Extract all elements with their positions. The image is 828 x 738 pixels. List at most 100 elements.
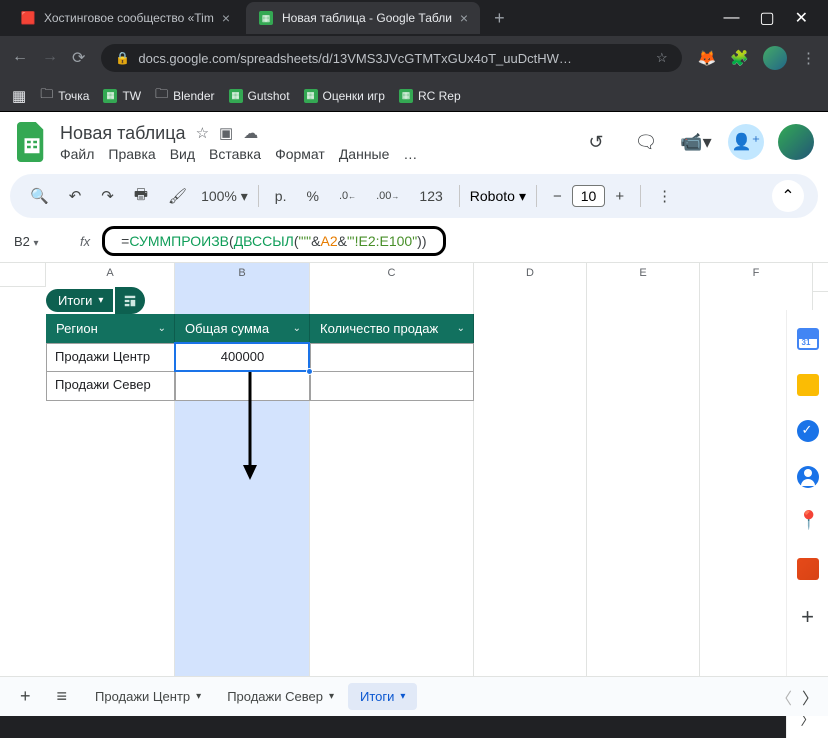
doc-title-icons: ☆ ▣ ☁ — [196, 124, 259, 142]
share-button[interactable]: 👤⁺ — [728, 124, 764, 160]
more-icon[interactable]: ⋮ — [651, 183, 678, 209]
sheet-tab[interactable]: Итоги▾ — [348, 683, 417, 710]
table-cell[interactable]: Продажи Центр — [46, 343, 175, 372]
menu-insert[interactable]: Вставка — [209, 146, 261, 162]
office-icon[interactable] — [797, 558, 819, 580]
user-avatar[interactable] — [778, 124, 814, 160]
chevron-down-icon[interactable]: ⌄ — [293, 323, 301, 334]
browser-tab[interactable]: 🟥 Хостинговое сообщество «Tim × — [8, 2, 242, 34]
row-header[interactable]: 1 — [813, 263, 828, 292]
zoom-selector[interactable]: 100% ▾ — [201, 188, 248, 205]
apps-grid-icon[interactable]: ▦ — [12, 87, 26, 105]
star-icon[interactable]: ☆ — [656, 50, 668, 66]
menu-view[interactable]: Вид — [170, 146, 195, 162]
chevron-down-icon[interactable]: ▾ — [196, 691, 201, 702]
browser-tab-active[interactable]: ▦ Новая таблица - Google Табли × — [246, 2, 480, 34]
reload-button[interactable]: ⟳ — [72, 48, 85, 68]
table-name-pill[interactable]: Итоги▾ — [46, 287, 145, 314]
sheet-next-button[interactable]: 〉 — [802, 685, 818, 709]
bookmark-item[interactable]: 🗀Blender — [155, 85, 214, 107]
table-cell[interactable] — [310, 372, 474, 401]
sheet-tab[interactable]: Продажи Север▾ — [215, 683, 346, 710]
decrease-decimal-button[interactable]: .0← — [333, 186, 362, 206]
browser-menu-icon[interactable]: ⋮ — [801, 49, 816, 67]
sheets-app: Новая таблица ☆ ▣ ☁ Файл Правка Вид Вста… — [0, 112, 828, 716]
increase-size-button[interactable]: + — [609, 184, 630, 209]
keep-icon[interactable] — [797, 374, 819, 396]
undo-button[interactable]: ↶ — [63, 183, 88, 209]
menu-data[interactable]: Данные — [339, 146, 390, 162]
extension-icon[interactable]: 🦊 — [698, 49, 717, 67]
close-icon[interactable]: × — [460, 10, 468, 26]
new-tab-button[interactable]: + — [484, 8, 515, 29]
format-123-button[interactable]: 123 — [413, 184, 448, 208]
table-column-header[interactable]: Общая сумма⌄ — [175, 314, 310, 343]
move-icon[interactable]: ▣ — [219, 124, 233, 142]
minimize-button[interactable]: — — [723, 9, 739, 27]
chevron-down-icon[interactable]: ▾ — [329, 691, 334, 702]
formula-input[interactable]: =СУММПРОИЗВ(ДВССЫЛ("'" & A2 & "'!E2:E100… — [102, 226, 445, 256]
fill-handle[interactable] — [306, 368, 313, 375]
bookmark-item[interactable]: ▦RC Rep — [399, 89, 461, 103]
forward-button[interactable]: → — [42, 48, 58, 68]
table-cell[interactable] — [310, 343, 474, 372]
comment-icon[interactable]: 🗨 — [628, 124, 664, 160]
sheets-logo[interactable] — [14, 120, 50, 164]
maps-icon[interactable] — [797, 512, 819, 534]
extension-buttons: 🦊 🧩 ⋮ — [698, 46, 816, 70]
url-bar[interactable]: 🔒 docs.google.com/spreadsheets/d/13VMS3J… — [101, 44, 681, 72]
contacts-icon[interactable] — [797, 466, 819, 488]
column-header[interactable]: E — [587, 263, 700, 692]
menu-edit[interactable]: Правка — [108, 146, 155, 162]
table-column-header[interactable]: Регион⌄ — [46, 314, 175, 343]
redo-button[interactable]: ↷ — [95, 183, 120, 209]
cloud-icon[interactable]: ☁ — [243, 124, 258, 142]
menu-format[interactable]: Формат — [275, 146, 325, 162]
calendar-icon[interactable] — [797, 328, 819, 350]
bookmark-item[interactable]: 🗀Точка — [40, 85, 89, 107]
extensions-menu-icon[interactable]: 🧩 — [730, 49, 749, 67]
name-box[interactable]: B2 ▾ — [14, 234, 68, 249]
sheet-prev-button[interactable]: 〈 — [776, 685, 792, 709]
sheet-nav: 〈 〉 — [776, 685, 818, 709]
search-icon[interactable]: 🔍 — [24, 183, 55, 209]
meet-icon[interactable]: 📹▾ — [678, 124, 714, 160]
bookmark-item[interactable]: ▦TW — [103, 89, 141, 103]
tasks-icon[interactable] — [797, 420, 819, 442]
maximize-button[interactable]: ▢ — [759, 8, 774, 28]
menu-file[interactable]: Файл — [60, 146, 94, 162]
sheet-tab[interactable]: Продажи Центр ▾ — [83, 683, 213, 710]
sheet-tab-label: Продажи Центр — [95, 689, 190, 704]
font-size-input[interactable]: 10 — [572, 185, 606, 207]
table-column-header[interactable]: Количество продаж⌄ — [310, 314, 474, 343]
percent-button[interactable]: % — [300, 184, 324, 208]
currency-button[interactable]: р. — [269, 184, 293, 208]
back-button[interactable]: ← — [12, 48, 28, 68]
font-selector[interactable]: Roboto ▾ — [470, 188, 526, 205]
add-sheet-button[interactable]: + — [10, 680, 41, 713]
paint-format-icon[interactable]: 🖌 — [162, 183, 193, 209]
close-window-button[interactable]: ✕ — [795, 8, 808, 28]
chevron-down-icon[interactable]: ⌄ — [158, 323, 166, 334]
profile-avatar[interactable] — [763, 46, 787, 70]
chevron-down-icon[interactable]: ⌄ — [457, 323, 465, 334]
table-cell[interactable]: Продажи Север — [46, 372, 175, 401]
doc-title[interactable]: Новая таблица — [60, 123, 186, 144]
print-icon[interactable]: 🖶 — [128, 180, 154, 213]
column-header[interactable]: D — [474, 263, 587, 692]
history-icon[interactable]: ↺ — [578, 124, 614, 160]
decrease-size-button[interactable]: − — [547, 184, 568, 209]
bookmark-item[interactable]: ▦Оценки игр — [304, 89, 385, 103]
menu-overflow[interactable]: … — [403, 146, 417, 162]
bookmark-label: Оценки игр — [323, 89, 385, 103]
star-icon[interactable]: ☆ — [196, 124, 209, 142]
all-sheets-button[interactable]: ≡ — [47, 680, 78, 713]
chevron-down-icon[interactable]: ▾ — [400, 691, 405, 702]
corner-cell[interactable] — [0, 263, 46, 287]
increase-decimal-button[interactable]: .00→ — [370, 186, 405, 206]
add-addon-button[interactable]: + — [801, 604, 814, 630]
close-icon[interactable]: × — [222, 10, 230, 26]
bookmark-item[interactable]: ▦Gutshot — [229, 89, 290, 103]
collapse-toolbar-button[interactable]: ⌃ — [772, 180, 804, 212]
table-cell[interactable]: 400000 — [175, 343, 310, 372]
